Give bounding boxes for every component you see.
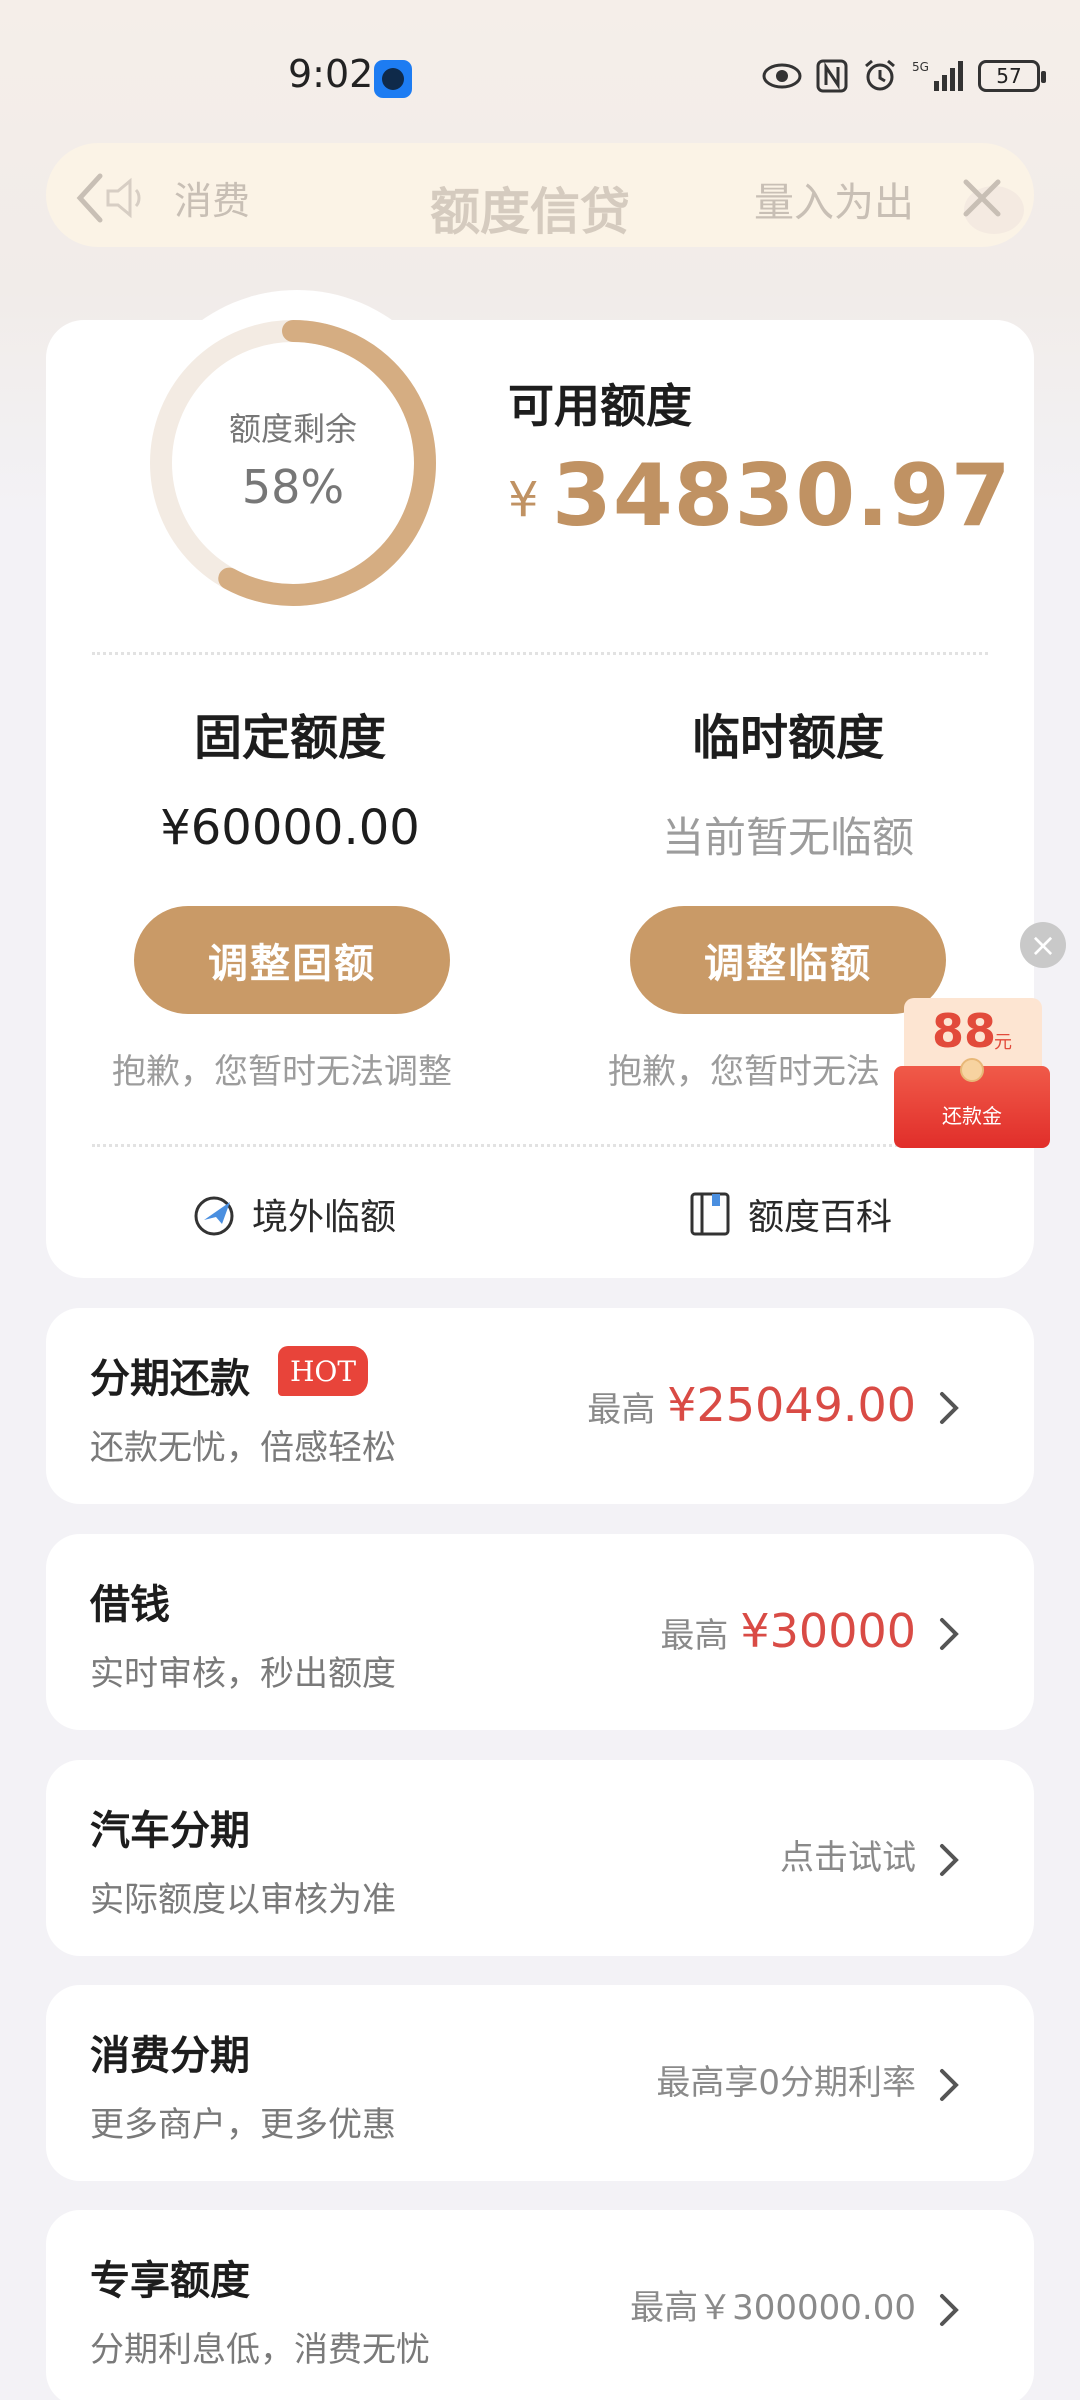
ring-percent: 58% [241, 460, 345, 514]
chevron-right-icon [940, 1618, 959, 1650]
list-item-title: 专享额度 [90, 2258, 250, 2304]
app-notification-icon [374, 60, 412, 98]
close-button[interactable] [952, 168, 1012, 228]
list-item-title: 借钱 [90, 1582, 170, 1628]
hot-badge: HOT [278, 1346, 368, 1396]
plane-globe-icon [194, 1196, 234, 1236]
list-item-installment-repay[interactable]: 分期还款 HOT 还款无忧，倍感轻松 最高 ¥25049.00 [46, 1308, 1034, 1504]
list-item-right-text: 最高享0分期利率 [656, 2063, 916, 2103]
ring-label: 额度剩余 [228, 410, 357, 448]
list-item-subtitle: 还款无忧，倍感轻松 [90, 1428, 396, 1468]
overseas-temp-quota-link[interactable]: 境外临额 [190, 1188, 396, 1240]
fixed-quota-value: ¥60000.00 [160, 800, 420, 856]
list-item-title: 消费分期 [90, 2033, 250, 2079]
list-item-right: 最高 ¥25049.00 [587, 1378, 916, 1432]
status-time: 9:02 [288, 52, 374, 96]
book-icon [690, 1192, 730, 1236]
coin-icon [960, 1058, 984, 1082]
red-packet-close-button[interactable]: × [1020, 922, 1066, 968]
divider [92, 1144, 988, 1147]
available-quota-label: 可用额度 [508, 379, 692, 433]
temp-quota-value: 当前暂无临额 [661, 813, 914, 862]
max-amount: ¥25049.00 [667, 1378, 916, 1432]
alarm-icon [862, 56, 898, 96]
chevron-right-icon [940, 2294, 959, 2326]
list-item-borrow[interactable]: 借钱 实时审核，秒出额度 最高 ¥30000 [46, 1534, 1034, 1730]
max-prefix: 最高 [660, 1616, 729, 1656]
ticker-right-text: 量入为出 [754, 180, 914, 226]
list-item-right: 最高享0分期利率 [656, 2055, 916, 2104]
list-item-consumer-installment[interactable]: 消费分期 更多商户，更多优惠 最高享0分期利率 [46, 1985, 1034, 2181]
max-prefix: 最高 [587, 1390, 656, 1430]
repayment-red-packet[interactable]: 88 元 还款金 [894, 998, 1050, 1148]
list-item-subtitle: 实时审核，秒出额度 [90, 1654, 396, 1694]
red-packet-unit: 元 [994, 1032, 1012, 1053]
quota-wiki-link[interactable]: 额度百科 [686, 1188, 892, 1240]
list-item-right: 点击试试 [780, 1830, 916, 1879]
list-item-car-installment[interactable]: 汽车分期 实际额度以审核为准 点击试试 [46, 1760, 1034, 1956]
status-icons: 5G 57 [762, 56, 1046, 96]
svg-text:5G: 5G [912, 60, 929, 74]
nfc-icon [816, 56, 848, 96]
list-item-subtitle: 分期利息低，消费无忧 [90, 2330, 430, 2370]
list-item-right-text: 最高￥300000.00 [630, 2288, 916, 2328]
list-item-exclusive-quota[interactable]: 专享额度 分期利息低，消费无忧 最高￥300000.00 [46, 2210, 1034, 2400]
credit-quota-page: 9:02 5G 57 消费 额度信贷 量入为出 额度剩余 58% 可用额度 ¥ … [0, 0, 1080, 2400]
list-item-subtitle: 更多商户，更多优惠 [90, 2105, 396, 2145]
page-title: 额度信贷 [430, 183, 630, 241]
temp-quota-title: 临时额度 [691, 710, 884, 766]
available-quota-amount: 34830.97 [552, 446, 1012, 546]
list-item-right-text: 点击试试 [780, 1838, 916, 1878]
adjust-fixed-quota-button[interactable]: 调整固额 [134, 906, 450, 1014]
status-bar: 9:02 5G 57 [0, 0, 1080, 150]
speaker-icon [100, 172, 152, 224]
quota-wiki-label: 额度百科 [748, 1197, 893, 1238]
available-currency: ¥ [508, 472, 539, 528]
red-packet-label: 还款金 [942, 1104, 1002, 1128]
list-item-title: 汽车分期 [90, 1808, 250, 1854]
signal-5g-icon: 5G [912, 56, 964, 96]
overseas-temp-quota-label: 境外临额 [252, 1197, 397, 1238]
max-amount: ¥30000 [740, 1604, 916, 1658]
fixed-quota-title: 固定额度 [193, 710, 386, 766]
chevron-right-icon [940, 1844, 959, 1876]
chevron-right-icon [940, 2069, 959, 2101]
divider [92, 652, 988, 655]
chevron-right-icon [940, 1392, 959, 1424]
fixed-quota-note: 抱歉，您暂时无法调整 [112, 1052, 452, 1092]
list-item-right: 最高 ¥30000 [660, 1604, 916, 1658]
ticker-left-text: 消费 [174, 179, 251, 223]
list-item-title: 分期还款 [90, 1356, 250, 1402]
red-packet-amount: 88 [932, 1004, 997, 1058]
list-item-subtitle: 实际额度以审核为准 [90, 1880, 396, 1920]
list-item-right: 最高￥300000.00 [630, 2280, 916, 2329]
battery-icon: 57 [978, 60, 1046, 92]
eye-icon [762, 56, 802, 96]
temp-quota-note: 抱歉，您暂时无法 [608, 1052, 880, 1092]
